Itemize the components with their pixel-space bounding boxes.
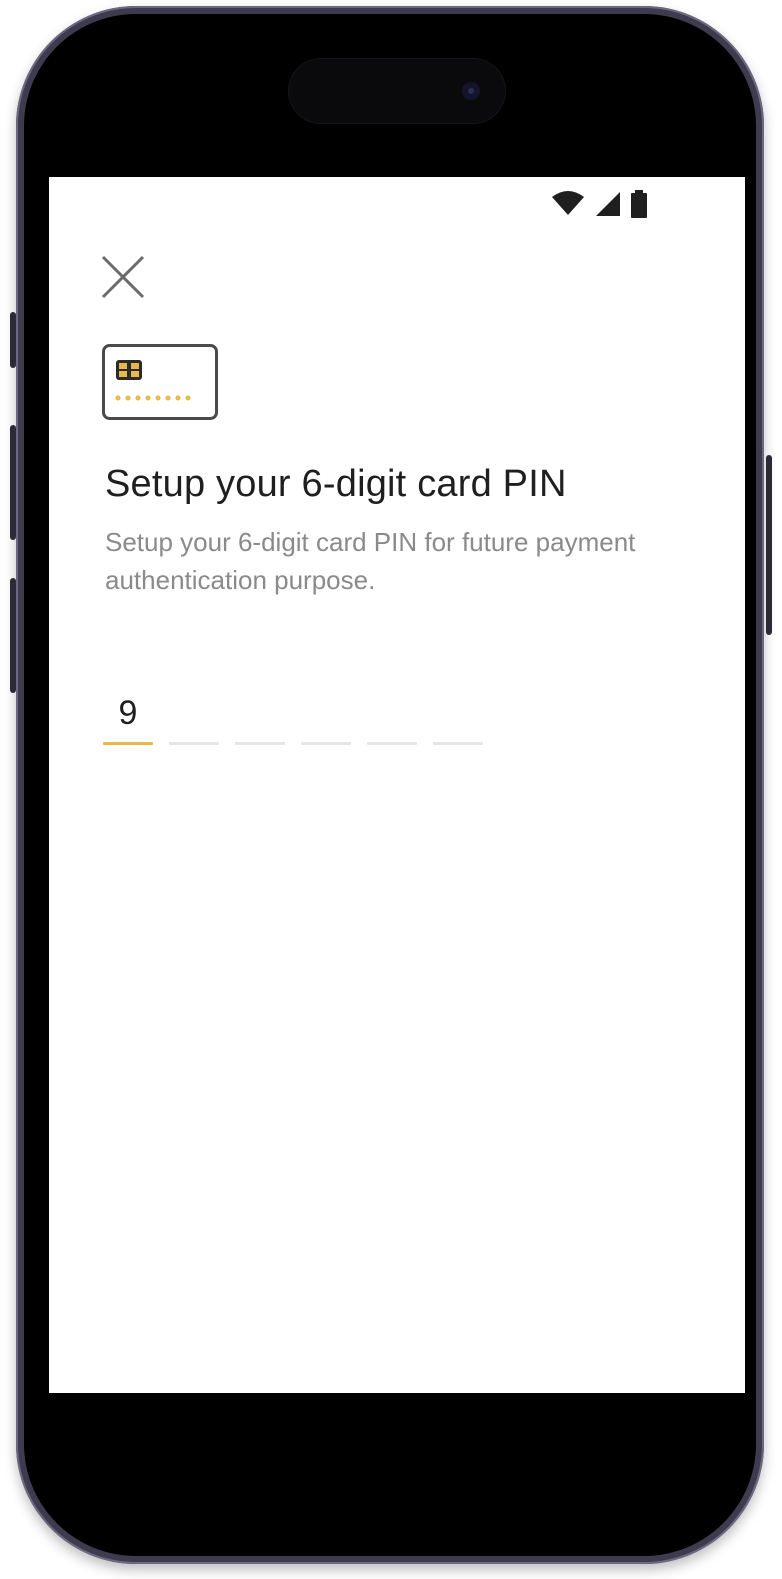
pin-digit-6[interactable] — [433, 689, 483, 745]
power-button — [766, 455, 772, 635]
pin-underline — [235, 742, 285, 745]
dynamic-island — [288, 58, 506, 124]
app-screen: Setup your 6-digit card PIN Setup your 6… — [49, 177, 745, 1393]
pin-underline — [169, 742, 219, 745]
close-icon — [101, 255, 145, 299]
card-chip-icon — [102, 344, 218, 420]
front-camera — [462, 82, 480, 100]
pin-underline — [103, 742, 153, 745]
pin-digit-2[interactable] — [169, 689, 219, 745]
action-button — [10, 312, 16, 368]
volume-down-button — [10, 578, 16, 693]
battery-icon — [631, 190, 647, 218]
close-button[interactable] — [99, 253, 147, 301]
pin-digit-value: 9 — [118, 694, 138, 732]
pin-digit-3[interactable] — [235, 689, 285, 745]
page-title: Setup your 6-digit card PIN — [105, 463, 567, 505]
pin-underline — [367, 742, 417, 745]
pin-underline — [301, 742, 351, 745]
pin-digit-5[interactable] — [367, 689, 417, 745]
wifi-icon — [551, 191, 585, 217]
volume-up-button — [10, 425, 16, 540]
pin-digit-4[interactable] — [301, 689, 351, 745]
page-subtitle: Setup your 6-digit card PIN for future p… — [105, 527, 636, 595]
status-bar — [551, 190, 647, 218]
pin-digit-1[interactable]: 9 — [103, 689, 153, 745]
cellular-signal-icon — [595, 191, 621, 217]
pin-input[interactable]: 9 — [103, 689, 483, 745]
pin-underline — [433, 742, 483, 745]
